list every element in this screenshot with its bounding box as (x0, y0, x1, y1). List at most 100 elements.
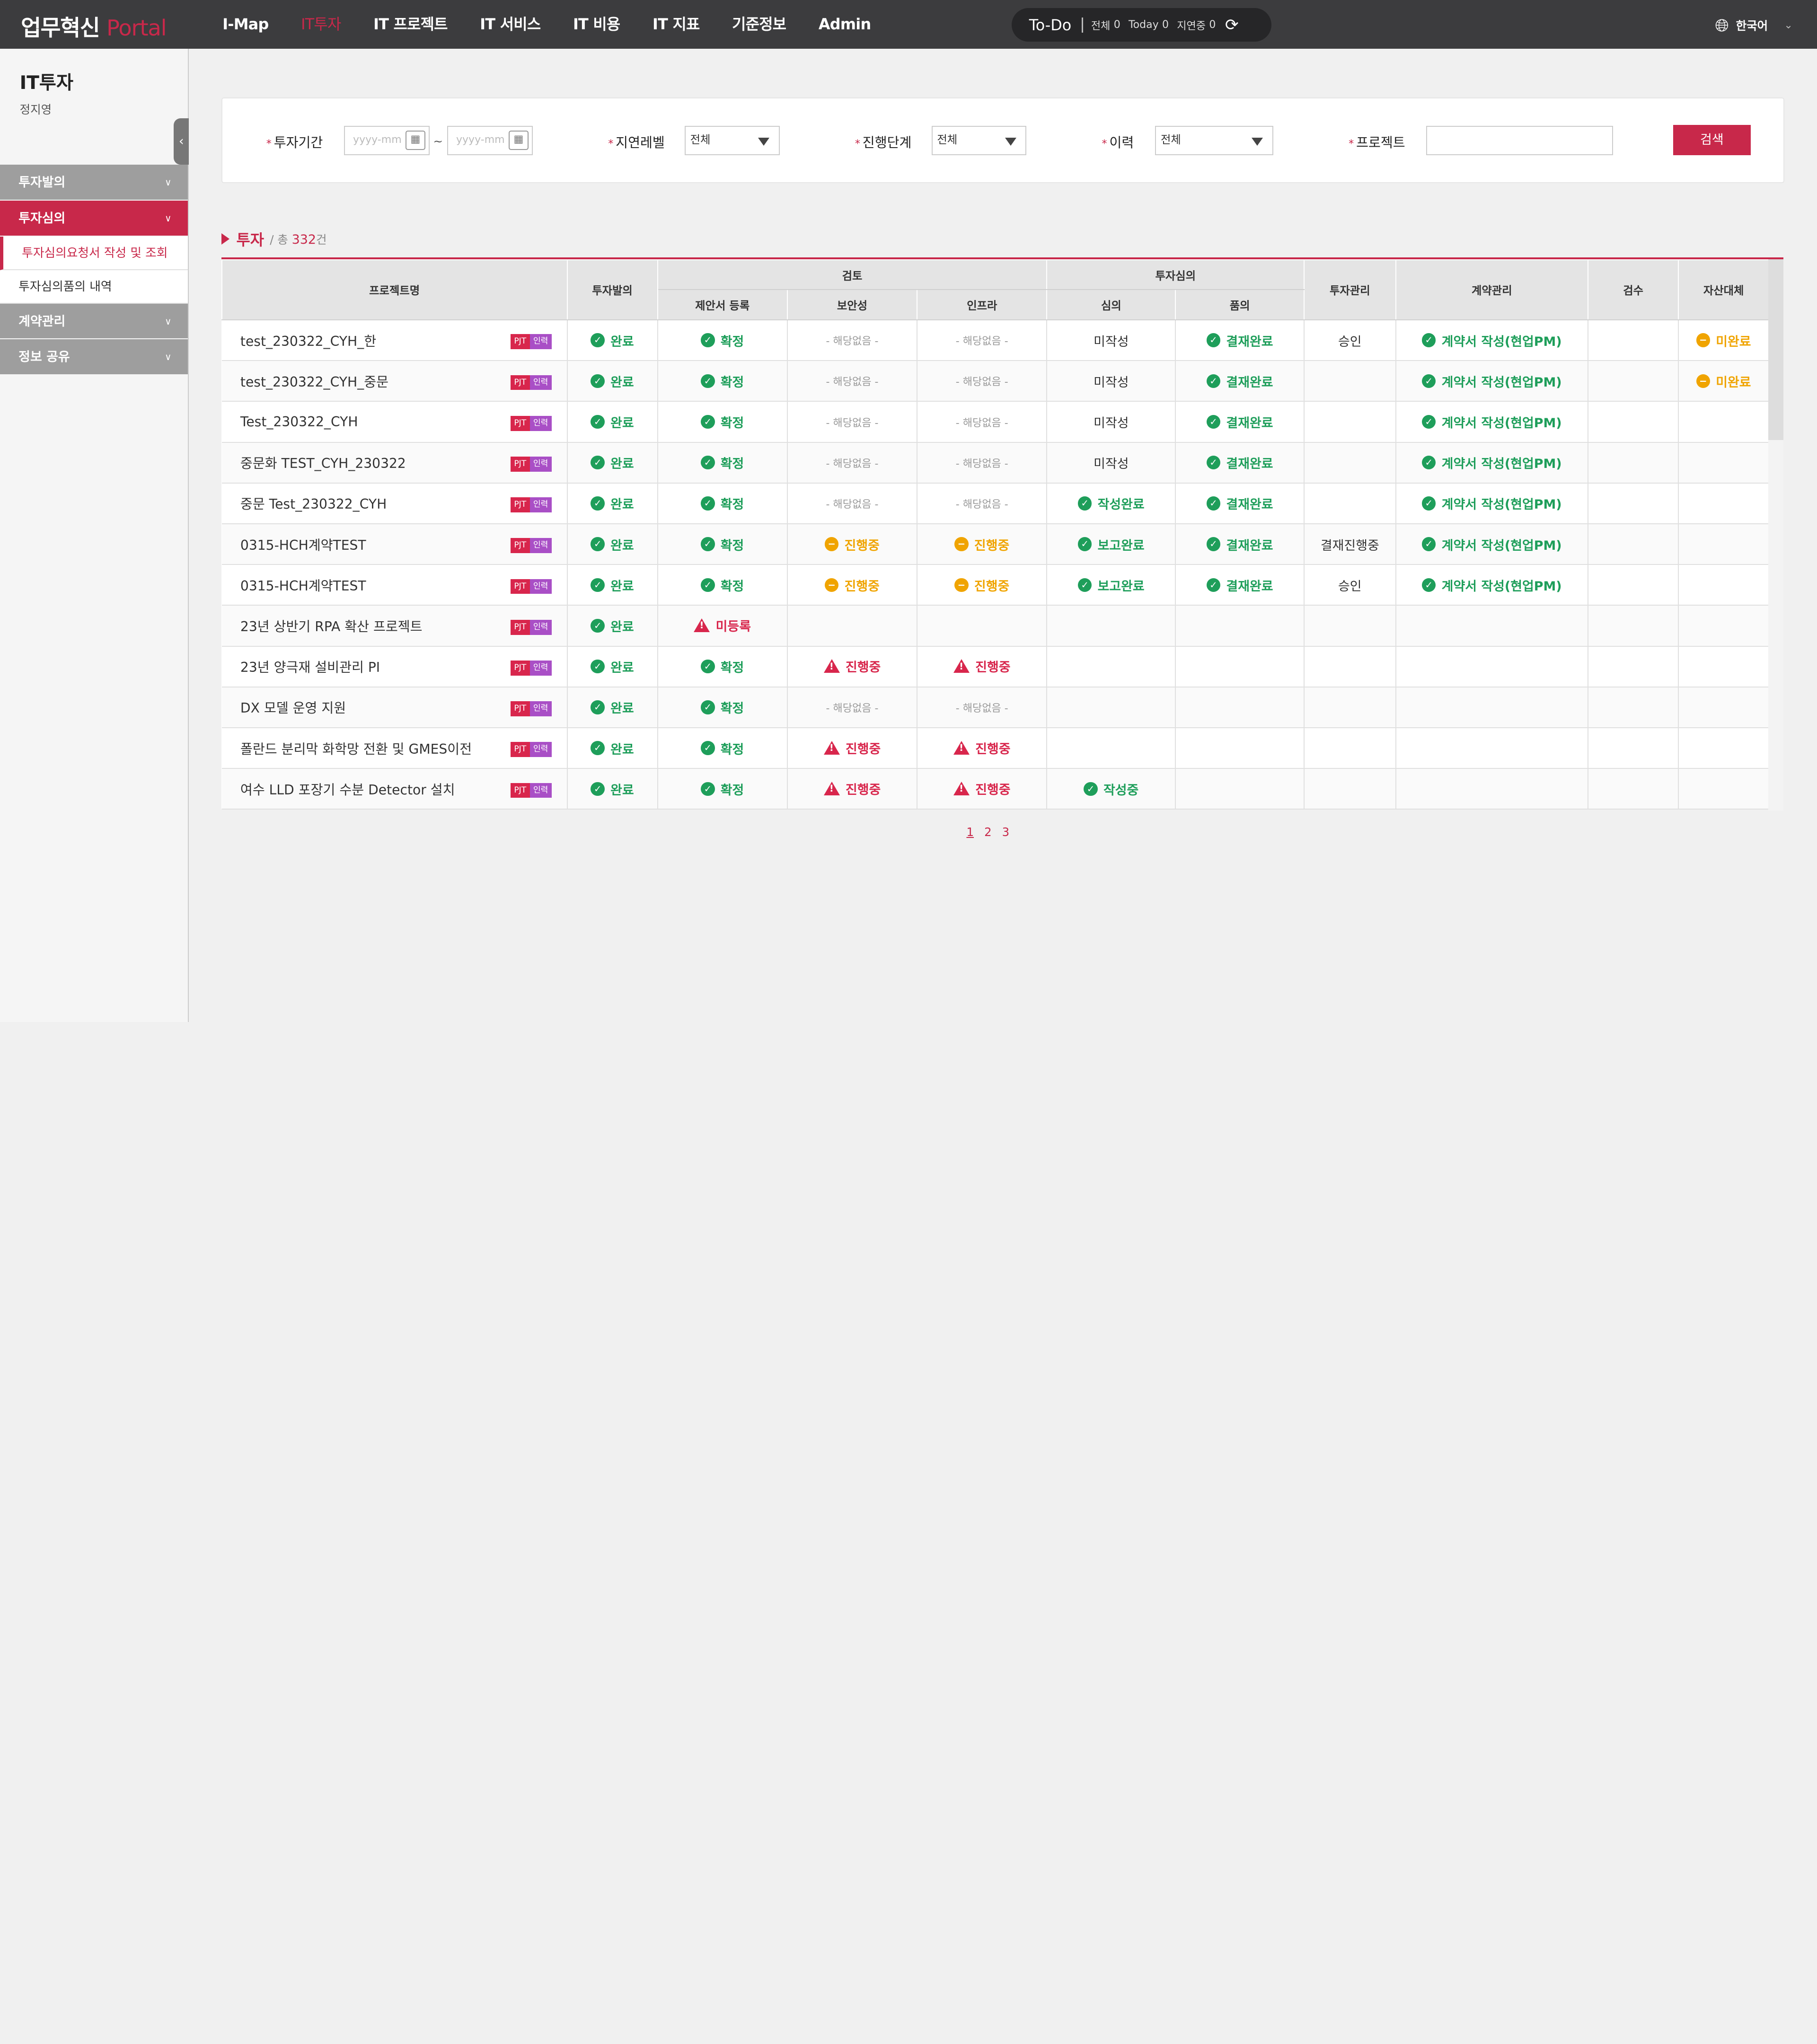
status-badge[interactable]: ✓ 작성중 (1084, 780, 1138, 798)
status-badge[interactable]: 진행중 (823, 657, 881, 675)
sidebar-collapse-button[interactable]: ‹ (174, 118, 189, 165)
nav-item-5[interactable]: IT 지표 (636, 0, 716, 49)
delay-level-select[interactable]: 전체 (684, 126, 780, 155)
project-name[interactable]: test_230322_CYH_중문 (240, 374, 388, 390)
end-date-field[interactable]: yyyy-mm ▦ (447, 126, 533, 155)
status-badge[interactable]: ✓ 완료 (591, 617, 634, 635)
stage-select[interactable]: 전체 (931, 126, 1027, 155)
project-name[interactable]: Test_230322_CYH (240, 414, 358, 430)
table-row[interactable]: 23년 양극재 설비관리 PI PJT인력 ✓ 완료 ✓ 확정 진행중 진행중 (221, 646, 1770, 687)
status-badge[interactable]: - 해당없음 - (826, 700, 878, 715)
status-badge[interactable]: ✓ 계약서 작성(현업PM) (1422, 413, 1562, 431)
status-badge[interactable]: ✓ 확정 (701, 494, 744, 512)
todo-today-count[interactable]: 0 (1162, 19, 1169, 31)
status-badge[interactable]: 미작성 (1094, 413, 1129, 431)
sidebar-subitem-approval-history[interactable]: 투자심의품의 내역 (0, 270, 188, 304)
page-link-2[interactable]: 2 (984, 825, 992, 839)
status-badge[interactable]: ✓ 완료 (591, 453, 634, 472)
status-badge[interactable]: − 진행중 (825, 576, 880, 594)
table-row[interactable]: 여수 LLD 포장기 수분 Detector 설치 PJT인력 ✓ 완료 ✓ 확정 진행중 진… (221, 768, 1770, 810)
col-header-proposal[interactable]: 투자발의 (566, 259, 658, 321)
status-badge[interactable]: ✓ 확정 (701, 372, 744, 390)
status-badge[interactable]: - 해당없음 - (956, 496, 1008, 511)
status-badge[interactable]: - 해당없음 - (826, 496, 878, 511)
project-name-cell[interactable]: 0315-HCH계약TEST PJT 인력 (221, 524, 568, 565)
project-name-cell[interactable]: 23년 상반기 RPA 확산 프로젝트 PJT 인력 (221, 605, 568, 647)
status-badge[interactable]: ✓ 확정 (701, 453, 744, 472)
status-badge[interactable]: ✓ 계약서 작성(현업PM) (1422, 453, 1562, 472)
status-badge[interactable]: ✓ 확정 (701, 413, 744, 431)
nav-item-6[interactable]: 기준정보 (716, 0, 803, 49)
status-badge[interactable]: ✓ 완료 (591, 494, 634, 512)
nav-item-4[interactable]: IT 비용 (557, 0, 636, 49)
status-badge[interactable]: − 미완료 (1696, 331, 1751, 350)
col-header-asset[interactable]: 자산대체 (1678, 259, 1770, 321)
status-badge[interactable]: ✓ 결재완료 (1206, 576, 1273, 594)
calendar-icon[interactable]: ▦ (406, 130, 425, 150)
status-badge[interactable]: 진행중 (823, 739, 881, 757)
status-badge[interactable]: ✓ 결재완료 (1206, 535, 1273, 554)
status-badge[interactable]: 진행중 (953, 779, 1011, 798)
project-name-cell[interactable]: 중문 Test_230322_CYH PJT 인력 (221, 483, 568, 525)
language-selector[interactable]: 🌐︎ 한국어 ⌄ (1715, 15, 1793, 36)
status-badge[interactable]: ✓ 확정 (701, 657, 744, 676)
status-badge[interactable]: 진행중 (953, 657, 1011, 675)
table-row[interactable]: 중문 Test_230322_CYH PJT 인력 ✓ 완료 ✓ 확정 - 해당없음 - - 해… (221, 483, 1770, 525)
table-row[interactable]: 0315-HCH계약TEST PJT 인력 ✓ 완료 ✓ 확정 − 진행중 − 진행중 ✓ 보고완료 ✓ 결… (221, 524, 1770, 565)
table-row[interactable]: test_230322_CYH_한 PJT 인력 ✓ 완료 ✓ 확정 - 해당없음 - - 해당… (221, 320, 1770, 361)
status-badge[interactable]: ✓ 확정 (701, 780, 744, 798)
status-badge[interactable]: ✓ 계약서 작성(현업PM) (1422, 576, 1562, 594)
status-badge[interactable]: ✓ 계약서 작성(현업PM) (1422, 535, 1562, 554)
sidebar-item-investment-proposal[interactable]: 투자발의 ∨ (0, 164, 188, 201)
status-badge[interactable]: ✓ 완료 (591, 657, 634, 676)
project-name-cell[interactable]: 0315-HCH계약TEST PJT 인력 (221, 564, 568, 606)
refresh-icon[interactable]: ⟳ (1225, 16, 1239, 35)
col-header-proposal-registration[interactable]: 제안서 등록 (657, 289, 788, 321)
status-badge[interactable]: - 해당없음 - (826, 414, 878, 430)
search-button[interactable]: 검색 (1673, 125, 1751, 155)
status-badge[interactable]: ✓ 완료 (591, 576, 634, 594)
project-name[interactable]: 여수 LLD 포장기 수분 Detector 설치 (240, 782, 455, 798)
status-badge[interactable]: ✓ 계약서 작성(현업PM) (1422, 494, 1562, 512)
status-badge[interactable]: ✓ 결재완료 (1206, 453, 1273, 472)
status-badge[interactable]: - 해당없음 - (826, 373, 878, 388)
status-badge[interactable]: ✓ 완료 (591, 331, 634, 350)
project-name[interactable]: 중문 Test_230322_CYH (240, 496, 387, 512)
project-name[interactable]: test_230322_CYH_한 (240, 334, 376, 349)
sidebar-item-investment-review[interactable]: 투자심의 ∨ (0, 200, 188, 237)
todo-all-count[interactable]: 0 (1114, 19, 1120, 31)
project-name[interactable]: 23년 양극재 설비관리 PI (240, 660, 380, 675)
page-link-3[interactable]: 3 (1002, 825, 1010, 839)
status-badge[interactable]: ✓ 결재완료 (1206, 413, 1273, 431)
status-badge[interactable]: ✓ 결재완료 (1206, 331, 1273, 350)
nav-item-2[interactable]: IT 프로젝트 (357, 0, 464, 49)
sidebar-item-information-sharing[interactable]: 정보 공유 ∨ (0, 339, 188, 376)
nav-item-1[interactable]: IT투자 (285, 0, 357, 49)
col-header-infra[interactable]: 인프라 (917, 289, 1048, 321)
status-badge[interactable]: ✓ 계약서 작성(현업PM) (1422, 331, 1562, 350)
project-name-cell[interactable]: DX 모델 운영 지원 PJT 인력 (221, 687, 568, 729)
status-badge[interactable]: ✓ 결재완료 (1206, 372, 1273, 390)
status-badge[interactable]: 진행중 (823, 779, 881, 798)
status-badge[interactable]: ✓ 완료 (591, 739, 634, 758)
status-badge[interactable]: - 해당없음 - (826, 333, 878, 348)
status-badge[interactable]: 미작성 (1094, 453, 1129, 472)
status-badge[interactable]: − 진행중 (954, 535, 1009, 554)
project-name[interactable]: 0315-HCH계약TEST (240, 578, 366, 594)
table-row[interactable]: DX 모델 운영 지원 PJT 인력 ✓ 완료 ✓ 확정 - 해당없음 - - 해당없음 - (221, 687, 1770, 729)
table-row[interactable]: 폴란드 분리막 화학망 전환 및 GMES이전 PJT인력 ✓ 완료 ✓ 확정 진행중 진행중 (221, 728, 1770, 769)
col-header-project-name[interactable]: 프로젝트명 (221, 259, 568, 321)
col-header-inspection[interactable]: 검수 (1588, 259, 1679, 321)
status-badge[interactable]: − 미완료 (1696, 372, 1751, 390)
portal-logo[interactable]: 업무혁신 Portal (21, 10, 167, 42)
project-name[interactable]: 0315-HCH계약TEST (240, 537, 366, 553)
project-name-cell[interactable]: test_230322_CYH_한 PJT 인력 (221, 320, 568, 361)
nav-item-0[interactable]: I-Map (206, 0, 285, 49)
status-badge[interactable]: - 해당없음 - (826, 455, 878, 470)
project-name-cell[interactable]: Test_230322_CYH PJT 인력 (221, 401, 568, 443)
status-badge[interactable]: ✓ 완료 (591, 413, 634, 431)
sidebar-item-contract-management[interactable]: 계약관리 ∨ (0, 303, 188, 340)
status-badge[interactable]: 승인 (1338, 331, 1362, 350)
status-badge[interactable]: 미작성 (1094, 372, 1129, 390)
scrollbar-thumb[interactable] (1768, 259, 1783, 440)
